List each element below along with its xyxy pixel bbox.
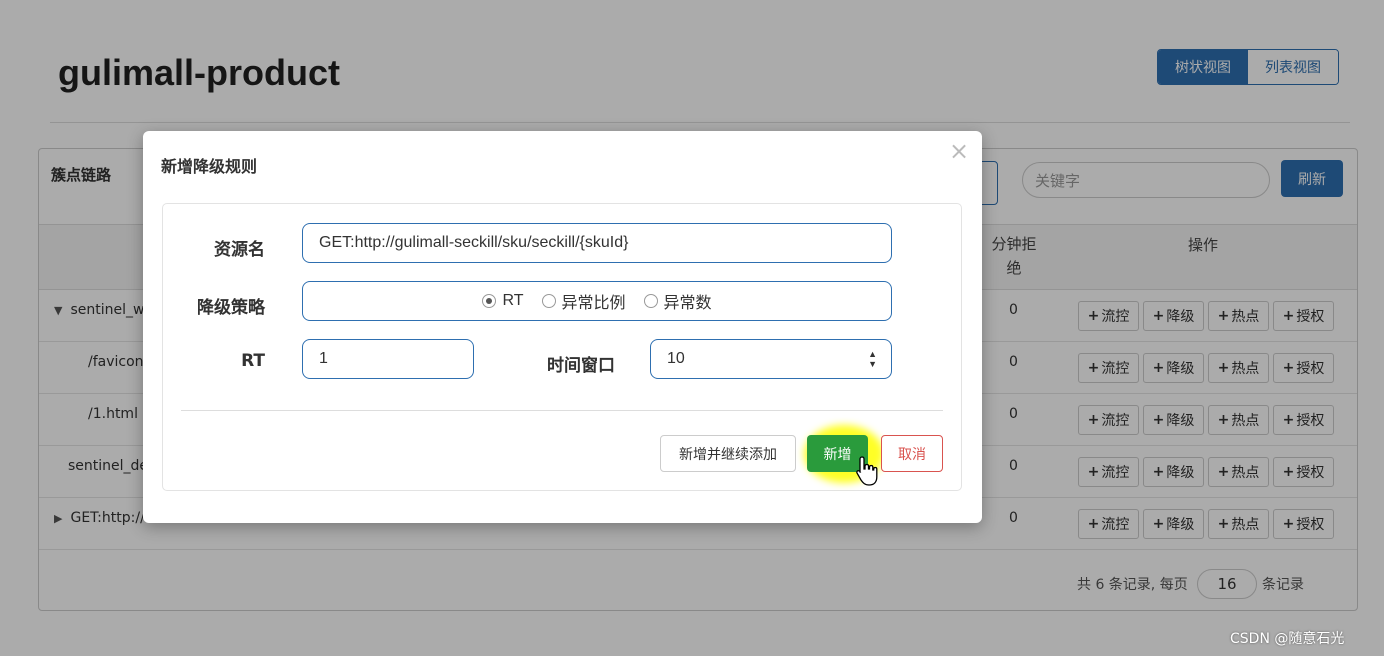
time-window-label: 时间窗口 [547,356,615,376]
rt-label: RT [241,351,265,371]
time-window-input[interactable]: 10 ▲ ▼ [650,339,892,379]
rt-input[interactable]: 1 [302,339,474,379]
cancel-button[interactable]: 取消 [881,435,943,472]
strategy-radio-group: RT 异常比例 异常数 [302,281,892,321]
strategy-label: 降级策略 [197,298,265,318]
radio-unchecked-icon [643,294,658,308]
watermark: CSDN @随意石光 [1230,631,1345,647]
hand-cursor-icon [856,456,878,486]
dialog-title: 新增降级规则 [161,157,258,176]
time-window-value: 10 [667,350,685,367]
resource-name-input[interactable]: GET:http://gulimall-seckill/sku/seckill/… [302,223,892,263]
strategy-option-exception-count[interactable]: 异常数 [643,289,712,313]
strategy-option-exception-ratio[interactable]: 异常比例 [541,289,626,313]
radio-checked-icon [482,294,497,308]
radio-unchecked-icon [541,294,556,308]
add-and-continue-button[interactable]: 新增并继续添加 [660,435,796,472]
strategy-option-label: RT [502,292,524,309]
dialog-form: 资源名 GET:http://gulimall-seckill/sku/seck… [162,203,962,491]
close-icon[interactable]: × [949,137,969,165]
resource-name-label: 资源名 [214,240,265,260]
strategy-option-label: 异常数 [663,295,712,312]
stepper-icon[interactable]: ▲ ▼ [868,349,877,369]
form-divider [181,410,943,411]
strategy-option-rt[interactable]: RT [482,292,524,310]
strategy-option-label: 异常比例 [561,295,626,312]
